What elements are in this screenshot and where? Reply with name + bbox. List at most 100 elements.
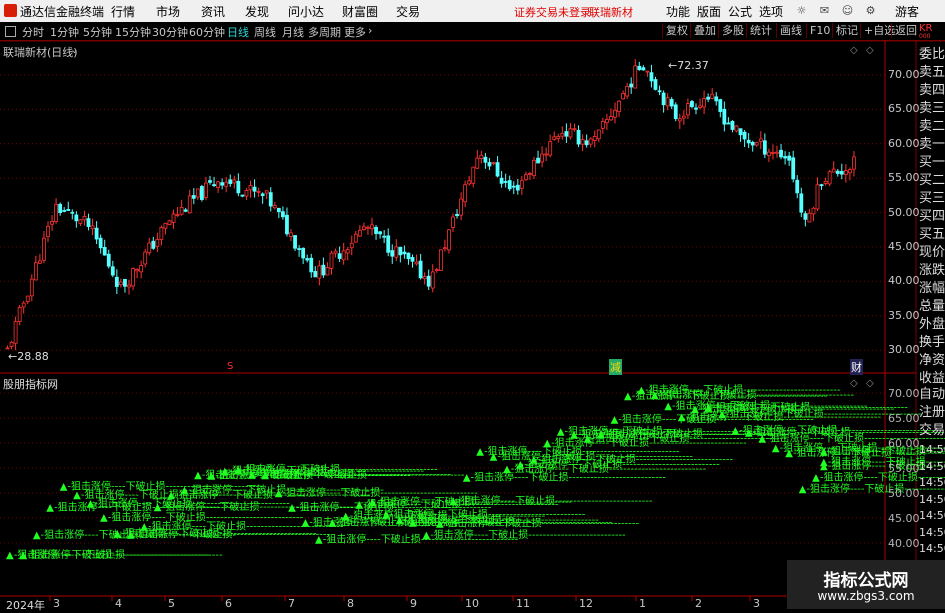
candle-body — [698, 105, 702, 108]
candle-body — [831, 168, 836, 173]
candle-body — [742, 131, 747, 140]
candle-body — [123, 279, 127, 287]
candle-body — [819, 184, 824, 187]
indicator-ytick-label: 60.00 — [888, 437, 920, 450]
candle-body — [139, 265, 144, 273]
signal-label: ▲-狙击涨停----下破止损--------------------------… — [530, 453, 734, 466]
candle-body — [706, 96, 711, 100]
marker-s[interactable]: S — [227, 361, 233, 372]
candle-body — [714, 96, 719, 102]
xaxis-month-label: 6 — [225, 597, 232, 610]
candle-body — [90, 225, 95, 230]
diamond-icon: ◇ — [850, 378, 858, 389]
quote-field-label: 买二 — [919, 173, 945, 188]
chevron-down-icon[interactable]: ⌄ — [70, 43, 79, 56]
candle-body — [507, 180, 512, 190]
candle-body — [38, 260, 42, 264]
quote-field-label: 买一 — [919, 155, 945, 170]
tick-time: 14:50 — [919, 525, 945, 539]
candle-body — [475, 157, 480, 169]
watermark-url: www.zbgs3.com — [817, 589, 915, 603]
candle-body — [694, 107, 698, 110]
diamond-icon: ◇ — [850, 45, 858, 56]
quote-field-label: 卖五 — [919, 65, 945, 80]
candle-body — [625, 85, 630, 97]
watermark-title: 指标公式网 — [823, 571, 909, 591]
candle-body — [852, 156, 856, 170]
candle-body — [746, 139, 751, 144]
candle-body — [779, 149, 783, 158]
candle-body — [532, 159, 536, 177]
candle-body — [33, 262, 38, 281]
candle-body — [406, 252, 411, 260]
candle-body — [390, 250, 395, 257]
quote-field-label: 买五 — [919, 227, 945, 242]
xaxis-month-label: 3 — [53, 597, 60, 610]
candle-body — [791, 157, 796, 180]
candle-body — [629, 83, 634, 88]
candle-body — [564, 131, 569, 137]
candle-body — [131, 268, 135, 287]
candle-body — [54, 203, 58, 222]
candle-body — [98, 237, 103, 249]
xaxis-month-label: 10 — [465, 597, 479, 610]
candle-body — [641, 67, 646, 71]
quote-field-label: 换手 — [919, 335, 945, 350]
candle-body — [560, 132, 565, 137]
candle-body — [179, 206, 184, 215]
candle-body — [143, 251, 148, 265]
candle-body — [613, 109, 617, 118]
candle-body — [665, 97, 670, 107]
diamond-icon: ◇ — [866, 45, 874, 56]
quote-field-label: 买四 — [919, 209, 945, 224]
candle-body — [677, 118, 682, 122]
candle-body — [471, 166, 476, 184]
candle-body — [414, 261, 419, 265]
watermark-box: 指标公式网 www.zbgs3.com — [787, 560, 945, 609]
candle-body — [357, 229, 362, 237]
ytick-label: 40.00 — [888, 274, 920, 287]
xaxis-month-label: 8 — [347, 597, 354, 610]
candle-body — [252, 186, 257, 192]
candle-body — [767, 151, 771, 156]
quote-field-label: 卖一 — [919, 137, 945, 152]
candle-body — [244, 189, 249, 197]
candle-body — [467, 180, 472, 185]
signal-label: ▲-狙击涨停----下破止损--------------------------… — [19, 548, 223, 561]
candle-body — [102, 247, 107, 256]
candle-body — [159, 226, 164, 240]
candle-body — [82, 216, 87, 221]
candle-body — [673, 104, 678, 120]
ytick-label: 60.00 — [888, 137, 920, 150]
side-bottom-label: 交易 — [919, 423, 945, 438]
candle-body — [353, 233, 358, 243]
candle-body — [394, 246, 399, 258]
candle-body — [588, 138, 593, 145]
candle-body — [455, 213, 459, 217]
quote-field-label: 涨幅 — [919, 281, 945, 296]
marker-finance[interactable]: 财 — [850, 359, 863, 375]
marker-reduce[interactable]: 减 — [609, 359, 622, 375]
candle-body — [556, 136, 561, 139]
candle-body — [730, 120, 735, 130]
xaxis-month-label: 3 — [753, 597, 760, 610]
signal-label: ▲-狙击涨停----下破止损--------------------------… — [449, 494, 653, 507]
candle-body — [256, 190, 261, 193]
candle-body — [212, 184, 216, 187]
indicator-ytick-label: 70.00 — [888, 387, 920, 400]
xaxis-month-label: 5 — [168, 597, 175, 610]
candle-body — [321, 264, 326, 276]
candle-body — [827, 171, 832, 185]
candle-body — [224, 181, 229, 187]
candle-body — [240, 194, 245, 197]
candle-body — [459, 198, 464, 216]
candle-body — [548, 141, 553, 156]
candle-body — [536, 157, 540, 164]
indicator-ytick-label: 40.00 — [888, 537, 920, 550]
candle-body — [127, 284, 131, 288]
candle-body — [25, 295, 30, 302]
tick-time-list: 14:50 14:50 14:50 14:50 14:50 14:50 14:50 — [919, 442, 945, 558]
candle-body — [195, 188, 200, 198]
candle-body — [544, 153, 549, 156]
candle-body — [171, 213, 176, 223]
